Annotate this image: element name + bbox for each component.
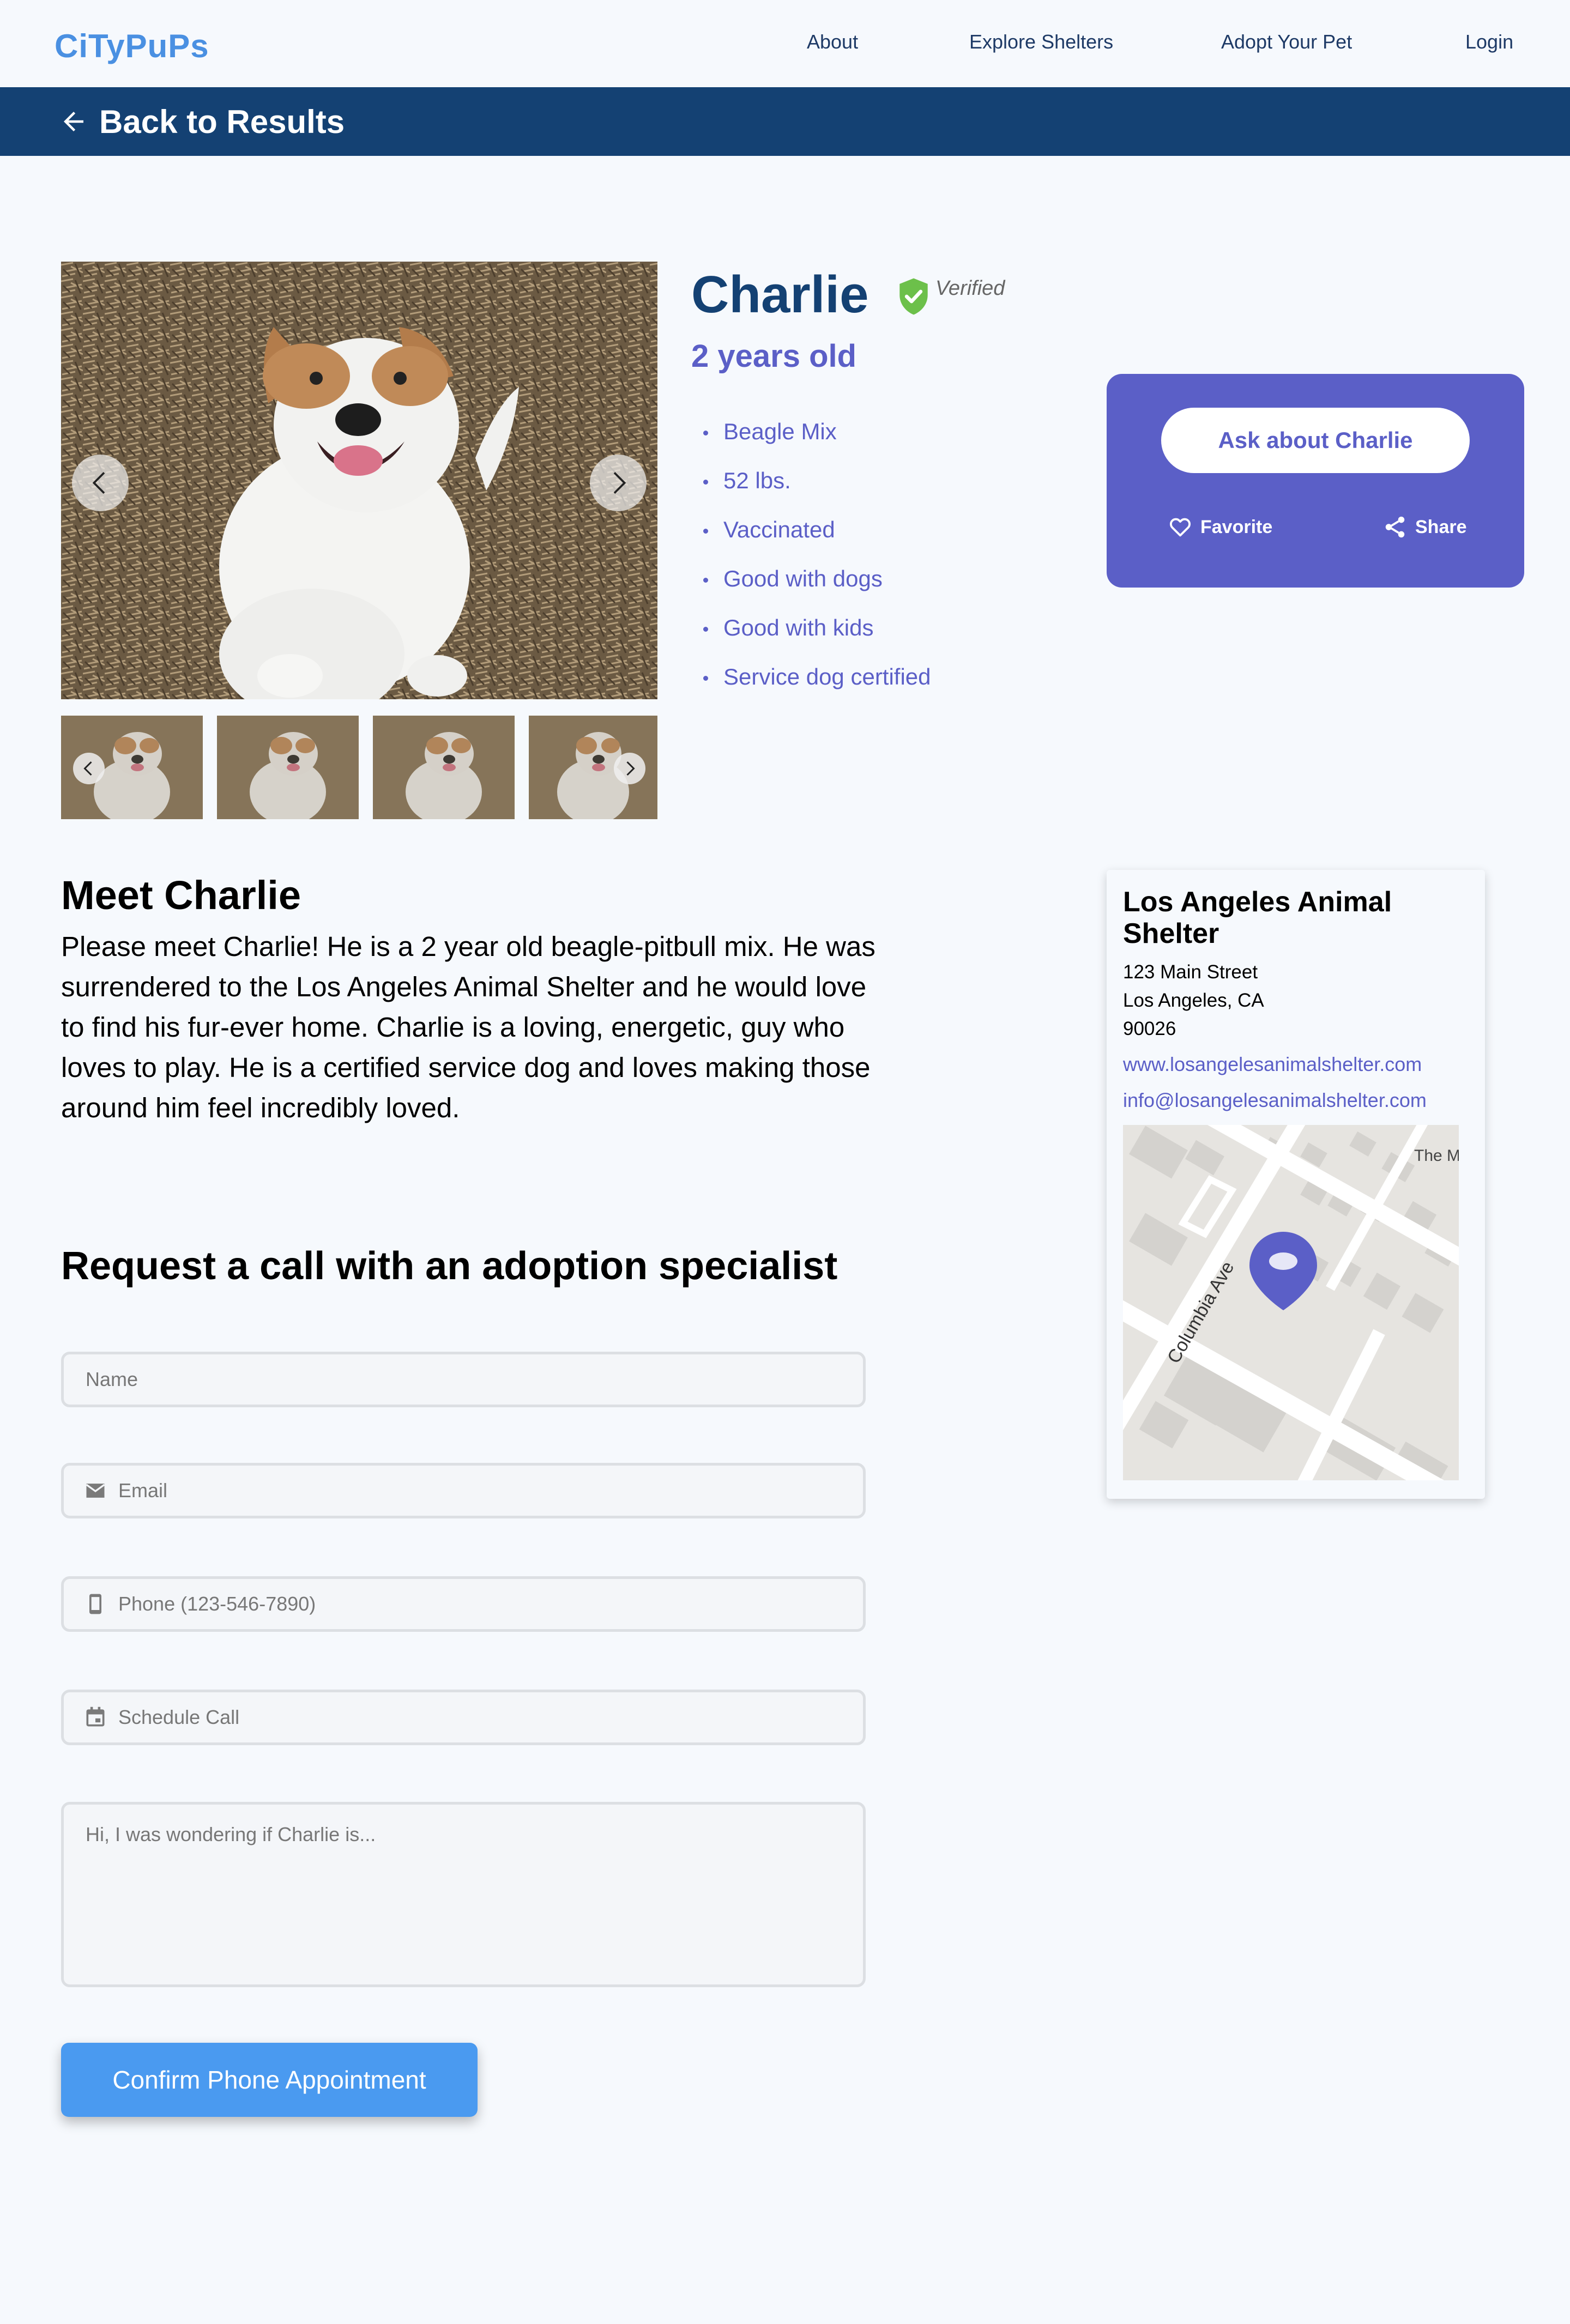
ask-card: Ask about Charlie Favorite Share (1107, 374, 1524, 588)
trait-label: Service dog certified (723, 664, 931, 689)
chevron-right-icon (626, 761, 635, 776)
pet-photo-carousel (61, 262, 657, 699)
ask-about-pet-button[interactable]: Ask about Charlie (1161, 408, 1470, 473)
schedule-input[interactable] (118, 1706, 863, 1729)
trait-item: Good with kids (703, 615, 931, 664)
address-line: Los Angeles, CA (1123, 990, 1264, 1011)
heart-icon (1169, 518, 1191, 537)
thumbnail[interactable] (529, 716, 657, 819)
email-input[interactable] (118, 1479, 863, 1502)
address-line: 90026 (1123, 1018, 1176, 1039)
shelter-address: 123 Main Street Los Angeles, CA 90026 (1123, 958, 1264, 1043)
name-field (61, 1352, 866, 1407)
phone-field (61, 1576, 866, 1632)
share-label: Share (1415, 516, 1467, 537)
thumbnail[interactable] (61, 716, 203, 819)
nav-link-about[interactable]: About (807, 31, 858, 53)
message-textarea[interactable] (61, 1802, 866, 1987)
pet-traits-list: Beagle Mix 52 lbs. Vaccinated Good with … (703, 419, 931, 713)
verified-label: Verified (935, 277, 1005, 300)
shelter-name: Los Angeles Animal Shelter (1123, 886, 1392, 949)
shelter-email-link[interactable]: info@losangelesanimalshelter.com (1123, 1089, 1427, 1112)
calendar-icon (86, 1706, 105, 1727)
nav-link-explore-shelters[interactable]: Explore Shelters (969, 31, 1113, 53)
thumbnail-image (373, 716, 515, 819)
favorite-label: Favorite (1200, 516, 1273, 537)
nav-link-login[interactable]: Login (1465, 31, 1513, 53)
email-icon (86, 1484, 105, 1498)
share-button[interactable]: Share (1382, 515, 1467, 540)
trait-label: Vaccinated (723, 517, 835, 542)
back-to-results-label: Back to Results (99, 103, 345, 140)
phone-icon (89, 1594, 101, 1614)
confirm-appointment-button[interactable]: Confirm Phone Appointment (61, 2043, 478, 2117)
meet-description: Please meet Charlie! He is a 2 year old … (61, 931, 875, 1123)
photo-next-button[interactable] (590, 455, 647, 511)
thumbnail-next-button[interactable] (614, 753, 645, 784)
request-call-title: Request a call with an adoption speciali… (61, 1244, 838, 1288)
trait-label: Beagle Mix (723, 419, 837, 444)
email-field (61, 1463, 866, 1518)
thumbnail-strip (61, 716, 657, 819)
arrow-left-icon (64, 112, 83, 131)
favorite-button[interactable]: Favorite (1168, 515, 1272, 540)
back-to-results-link[interactable]: Back to Results (59, 101, 345, 142)
pet-name: Charlie (691, 265, 869, 324)
trait-item: Vaccinated (703, 517, 931, 566)
site-logo[interactable]: CiTyPuPs (55, 27, 209, 65)
pet-photo (61, 262, 657, 699)
back-bar: Back to Results (0, 87, 1570, 156)
chevron-right-icon (613, 472, 626, 494)
map-corner-label: The M (1414, 1147, 1459, 1165)
pet-age: 2 years old (691, 338, 857, 374)
trait-item: Beagle Mix (703, 419, 931, 468)
photo-prev-button[interactable] (72, 455, 129, 511)
trait-item: Service dog certified (703, 664, 931, 713)
trait-label: 52 lbs. (723, 468, 791, 493)
trait-label: Good with kids (723, 615, 874, 640)
thumbnail[interactable] (373, 716, 515, 819)
address-line: 123 Main Street (1123, 961, 1258, 983)
name-input[interactable] (86, 1368, 863, 1391)
top-nav: CiTyPuPs About Explore Shelters Adopt Yo… (0, 0, 1570, 87)
meet-title: Meet Charlie (61, 873, 301, 918)
thumbnail-image (217, 716, 359, 819)
nav-link-adopt-your-pet[interactable]: Adopt Your Pet (1221, 31, 1352, 53)
trait-item: 52 lbs. (703, 468, 931, 517)
trait-item: Good with dogs (703, 566, 931, 615)
chevron-left-icon (92, 472, 105, 494)
map-image: Columbia Ave The M (1123, 1125, 1459, 1480)
trait-label: Good with dogs (723, 566, 883, 591)
shelter-map[interactable]: Columbia Ave The M (1123, 1125, 1459, 1480)
thumbnail[interactable] (217, 716, 359, 819)
shelter-website-link[interactable]: www.losangelesanimalshelter.com (1123, 1053, 1422, 1076)
verified-shield-icon (899, 278, 928, 315)
schedule-field (61, 1690, 866, 1745)
chevron-left-icon (83, 761, 92, 776)
thumbnail-prev-button[interactable] (73, 753, 105, 784)
phone-input[interactable] (118, 1593, 863, 1615)
share-icon (1385, 516, 1405, 538)
